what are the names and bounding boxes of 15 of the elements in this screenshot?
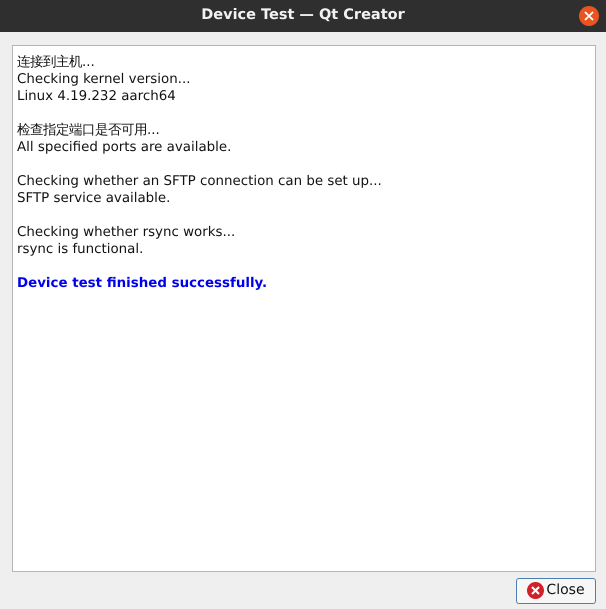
close-icon <box>584 11 594 21</box>
log-line: rsync is functional. <box>17 241 144 258</box>
window-title: Device Test — Qt Creator <box>201 6 405 26</box>
log-line: Checking whether rsync works... <box>17 224 236 241</box>
log-line: SFTP service available. <box>17 190 172 207</box>
close-dialog-button[interactable]: Close <box>516 578 596 604</box>
log-line: Checking kernel version... <box>17 71 192 88</box>
success-message: Device test finished successfully. <box>17 275 268 292</box>
log-line: 连接到主机... <box>17 54 96 71</box>
close-button[interactable] <box>579 6 599 26</box>
log-line: Linux 4.19.232 aarch64 <box>17 88 177 105</box>
log-line: Checking whether an SFTP connection can be set up... <box>17 173 383 190</box>
log-line: 检查指定端口是否可用... <box>17 122 161 139</box>
close-icon <box>527 582 544 599</box>
log-line: All specified ports are available. <box>17 139 232 156</box>
